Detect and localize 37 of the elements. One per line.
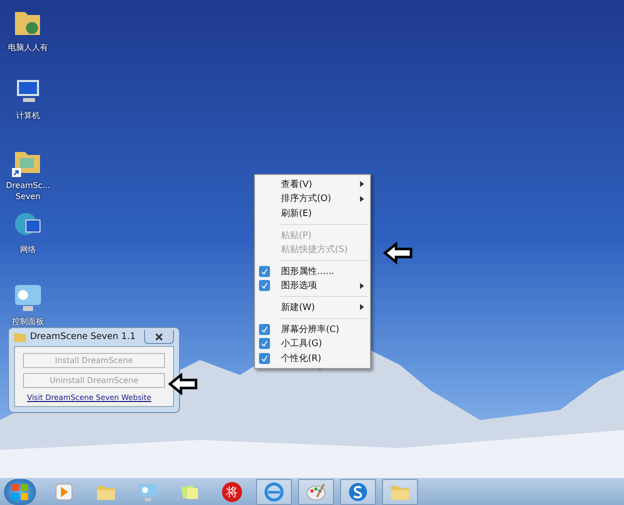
close-button[interactable] <box>144 330 174 344</box>
browser-icon <box>263 480 285 502</box>
close-icon <box>155 332 163 340</box>
menu-item[interactable]: 图形选项 <box>255 278 370 294</box>
taskbar-button[interactable] <box>340 478 376 504</box>
taskbar-button[interactable] <box>298 478 334 504</box>
menu-item[interactable]: 小工具(G) <box>255 336 370 351</box>
icon-label: 控制面板 <box>11 316 45 327</box>
shortcut-arrow-icon <box>12 168 21 177</box>
s-logo-icon <box>347 480 369 502</box>
menu-item[interactable]: 排序方式(O) <box>255 192 370 206</box>
menu-item[interactable]: 个性化(R) <box>255 350 370 366</box>
media-player-icon <box>53 480 75 502</box>
arrow-icon <box>168 373 198 395</box>
submenu-arrow-icon <box>360 282 364 289</box>
submenu-arrow-icon <box>360 181 364 188</box>
menu-item[interactable]: 新建(W) <box>255 300 370 315</box>
start-button[interactable] <box>4 478 36 504</box>
icon-label: DreamSc... Seven <box>5 180 51 202</box>
submenu-arrow-icon <box>360 304 364 310</box>
submenu-arrow-icon <box>360 196 364 202</box>
menu-item[interactable]: 查看(V) <box>255 177 370 192</box>
menu-item[interactable]: 刷新(E) <box>255 206 370 221</box>
icon-label: 网络 <box>19 244 37 255</box>
arrow-icon <box>383 242 413 264</box>
taskbar-button[interactable] <box>382 478 418 504</box>
menu-item[interactable]: 屏幕分辨率(C) <box>255 322 370 336</box>
palette-icon <box>305 480 327 502</box>
monitor-icon[interactable] <box>12 282 44 314</box>
window-title: DreamScene Seven 1.1 <box>30 332 136 342</box>
taskbar-button[interactable]: 将 <box>214 478 250 504</box>
menu-item[interactable]: 图形属性...... <box>255 264 370 279</box>
taskbar-button[interactable] <box>256 478 292 504</box>
icon-label: 计算机 <box>15 110 41 121</box>
folder-icon <box>14 332 26 342</box>
icon-label: 电脑人人有 <box>7 42 49 53</box>
app-badge-icon: 将 <box>222 482 242 502</box>
